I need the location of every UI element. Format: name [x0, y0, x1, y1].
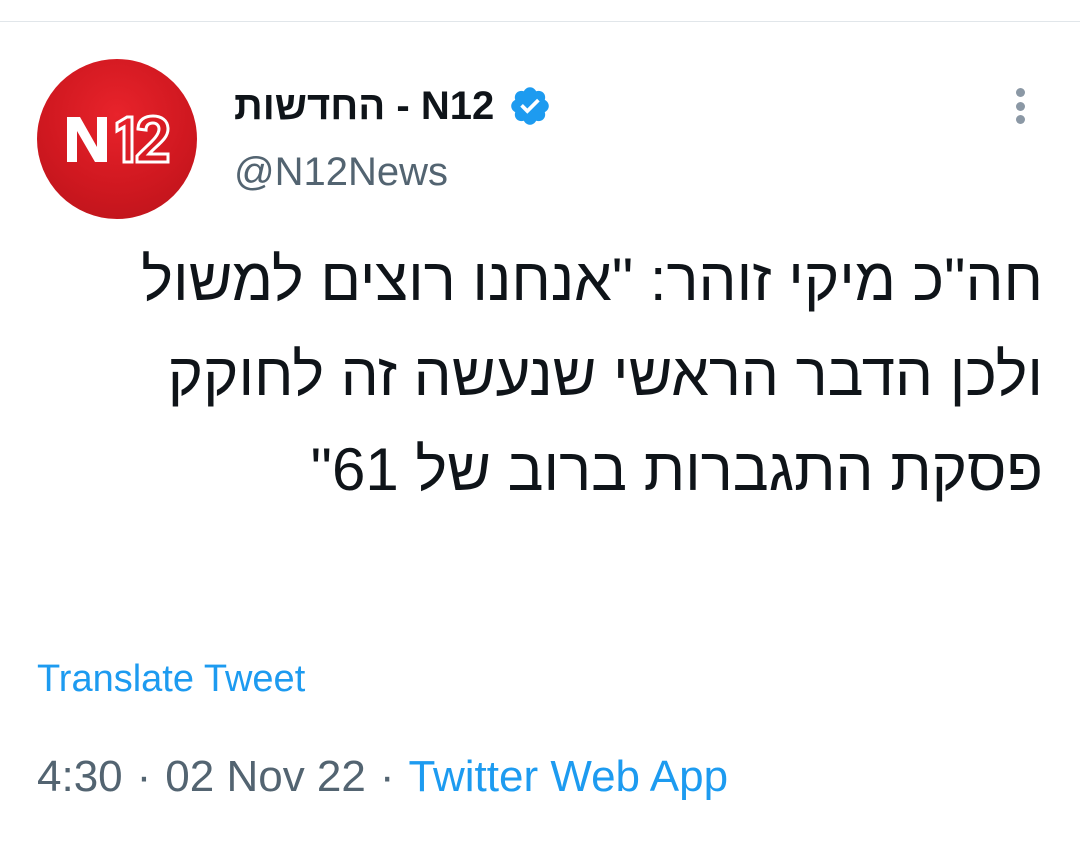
n12-logo-icon: [67, 114, 170, 164]
tweet-date[interactable]: 02 Nov 22: [165, 752, 366, 802]
verified-badge-icon: [511, 87, 550, 125]
avatar[interactable]: [37, 59, 197, 219]
author-display-name[interactable]: החדשות - N12: [234, 84, 494, 129]
tweet-source-link[interactable]: Twitter Web App: [409, 752, 729, 802]
meta-separator: ·: [379, 752, 395, 801]
more-dot: [1015, 101, 1025, 111]
tweet-text: חה"כ מיקי זוהר: "אנחנו רוצים למשול ולכן …: [141, 246, 1043, 503]
author-name-row: החדשות - N12: [234, 78, 552, 134]
more-dot: [1015, 115, 1025, 124]
author-handle[interactable]: @N12News: [234, 150, 448, 195]
tweet-time[interactable]: 4:30: [37, 752, 123, 802]
meta-separator: ·: [136, 752, 152, 801]
translate-tweet-link[interactable]: Translate Tweet: [37, 658, 305, 701]
more-dot: [1015, 88, 1025, 97]
tweet-meta: 4:30 · 02 Nov 22 · Twitter Web App: [37, 752, 728, 802]
more-options-icon[interactable]: [1002, 84, 1038, 128]
top-divider: [0, 21, 1080, 22]
